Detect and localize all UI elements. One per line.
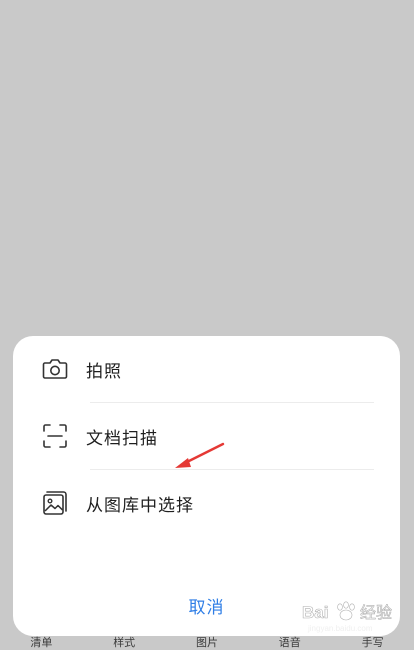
gallery-icon bbox=[40, 488, 70, 518]
action-item-take-photo[interactable]: 拍照 bbox=[40, 336, 374, 402]
action-item-label: 文档扫描 bbox=[86, 428, 158, 449]
camera-icon bbox=[40, 354, 70, 384]
action-item-document-scan[interactable]: 文档扫描 bbox=[40, 403, 374, 469]
action-item-choose-from-gallery[interactable]: 从图库中选择 bbox=[40, 470, 374, 536]
action-item-label: 从图库中选择 bbox=[86, 495, 194, 516]
cancel-button[interactable]: 取消 bbox=[13, 593, 400, 618]
action-item-label: 拍照 bbox=[86, 361, 122, 382]
action-sheet: 拍照 文档扫描 从图库中选择 取消 bbox=[13, 336, 400, 636]
scan-icon bbox=[40, 421, 70, 451]
